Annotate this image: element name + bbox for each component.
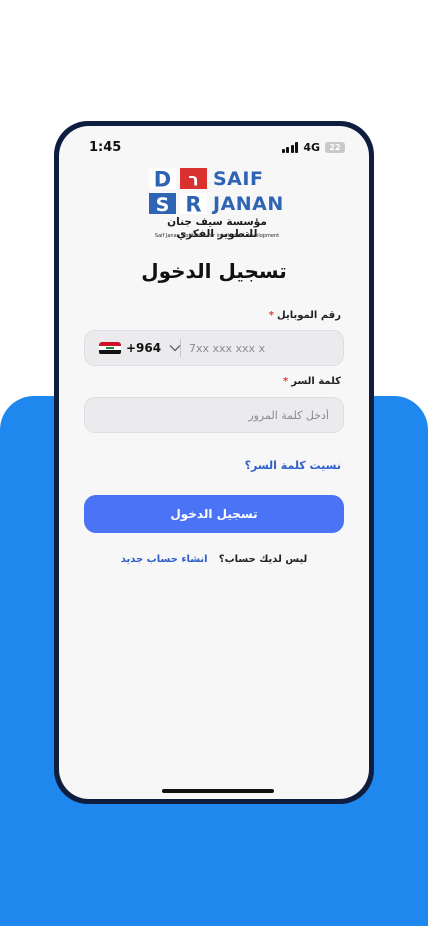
status-time: 1:45 xyxy=(89,140,122,155)
mobile-input[interactable] xyxy=(189,331,329,365)
signup-prompt: ليس لديك حساب؟ انشاء حساب جديد xyxy=(59,554,369,565)
logo-letter-r: R xyxy=(185,193,201,217)
phone-frame: 1:45 4G 22 D ר S R SAIF JANAN مؤسسة سيف … xyxy=(54,121,374,804)
password-label: كلمة السر* xyxy=(283,376,341,387)
status-bar: 1:45 4G 22 xyxy=(59,138,369,158)
network-type: 4G xyxy=(303,141,320,154)
phone-screen: 1:45 4G 22 D ר S R SAIF JANAN مؤسسة سيف … xyxy=(59,126,369,799)
login-button[interactable]: تسجيل الدخول xyxy=(84,495,344,533)
logo-letter-s: S xyxy=(156,194,170,216)
no-account-text: ليس لديك حساب؟ xyxy=(218,554,308,565)
home-indicator[interactable] xyxy=(162,789,274,793)
signal-icon xyxy=(281,142,299,153)
page-title: تسجيل الدخول xyxy=(141,259,287,283)
battery-icon: 22 xyxy=(325,142,345,153)
country-code: +964 xyxy=(126,341,162,355)
forgot-password-link[interactable]: نسيت كلمة السر؟ xyxy=(245,459,341,472)
iraq-flag-icon xyxy=(99,341,121,355)
field-divider xyxy=(180,339,181,357)
app-logo: D ר S R SAIF JANAN مؤسسة سيف جنان للتطوي… xyxy=(147,166,287,246)
logo-word-saif: SAIF xyxy=(213,168,264,190)
logo-letter-ra: ר xyxy=(188,171,198,191)
password-field xyxy=(84,397,344,433)
country-code-selector[interactable]: +964 xyxy=(99,331,181,365)
required-mark: * xyxy=(268,310,275,321)
logo-word-janan: JANAN xyxy=(213,193,284,215)
password-input[interactable] xyxy=(97,398,329,432)
mobile-field: +964 xyxy=(84,330,344,366)
status-right-group: 4G 22 xyxy=(281,141,345,154)
logo-mark: D ר S R xyxy=(149,168,207,217)
logo-letter-d: D xyxy=(154,168,171,192)
required-mark: * xyxy=(283,376,289,387)
create-account-link[interactable]: انشاء حساب جديد xyxy=(121,554,208,565)
mobile-label: رقم الموبايل* xyxy=(268,310,341,321)
logo-english-name: Saif Janan institution for intellectual … xyxy=(154,233,280,239)
